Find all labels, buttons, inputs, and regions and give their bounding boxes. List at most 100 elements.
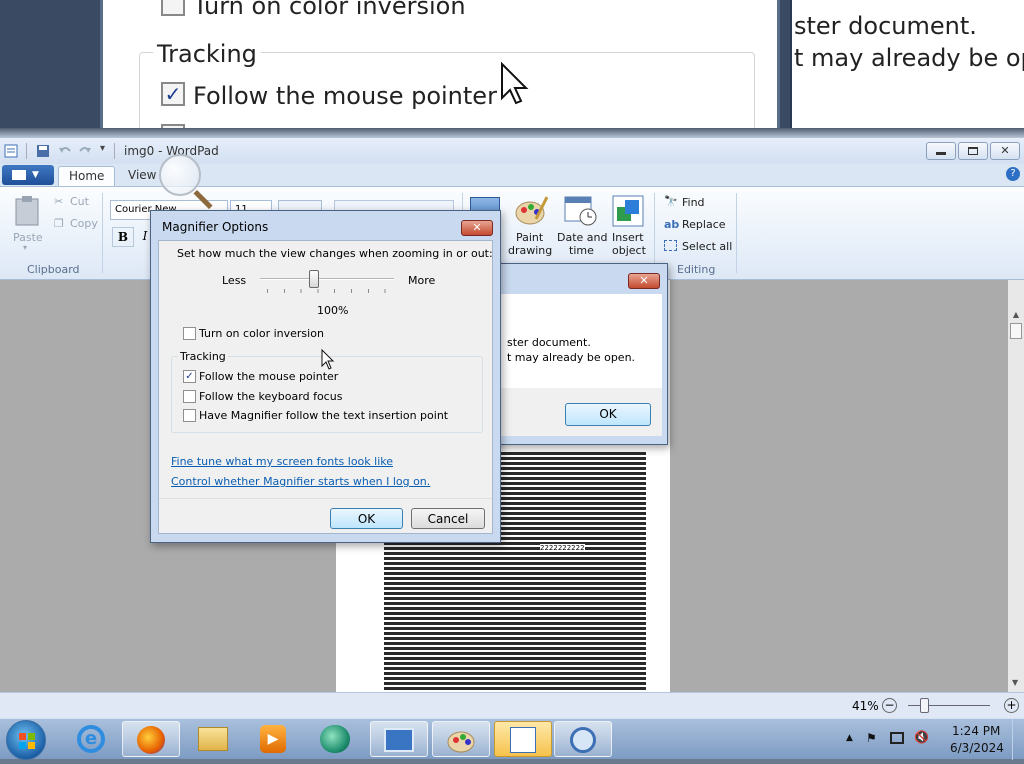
- cut-button[interactable]: Cut: [70, 195, 89, 208]
- dialog-content: Set how much the view changes when zoomi…: [158, 240, 493, 534]
- tab-home[interactable]: Home: [58, 166, 116, 186]
- show-desktop-button[interactable]: [1012, 719, 1024, 760]
- magnifier-lens-view: Turn on color inversion Tracking ✓ Follo…: [0, 0, 1024, 134]
- action-center-flag-icon[interactable]: ⚑: [866, 731, 877, 745]
- follow-mouse-checkbox[interactable]: ✓: [183, 370, 196, 383]
- magnifier-logon-link[interactable]: Control whether Magnifier starts when I …: [171, 475, 430, 488]
- green-app-icon: [320, 725, 350, 753]
- select-all-button[interactable]: Select all: [682, 240, 732, 253]
- copy-icon: ❐: [54, 217, 64, 230]
- zoomed-checkbox-checked: ✓: [161, 82, 185, 106]
- scroll-up-icon[interactable]: ▲: [1008, 310, 1024, 319]
- qat-customize-icon[interactable]: ▾: [100, 143, 105, 154]
- ribbon-separator: [654, 193, 655, 273]
- select-all-icon: [664, 240, 677, 251]
- title-bar: ▾ img0 - WordPad ✕: [0, 138, 1024, 164]
- color-inversion-label[interactable]: Turn on color inversion: [199, 327, 324, 340]
- taskbar-app-green[interactable]: [306, 721, 364, 757]
- follow-text-checkbox[interactable]: [183, 409, 196, 422]
- mouse-pointer-icon: [321, 349, 335, 370]
- lens-border: [0, 128, 1024, 138]
- zoom-prompt: Set how much the view changes when zoomi…: [177, 247, 493, 260]
- insert-object-icon[interactable]: [612, 195, 644, 227]
- vertical-scrollbar[interactable]: ▲ ▼: [1008, 280, 1024, 692]
- taskbar: e ▶ ▲ ⚑ 🔇 1:24 PM 6/3/2024: [0, 718, 1024, 760]
- zoomed-dialog-panel: Turn on color inversion Tracking ✓ Follo…: [100, 0, 780, 134]
- follow-text-label[interactable]: Have Magnifier follow the text insertion…: [199, 409, 448, 422]
- message-line-2: t may already be open.: [507, 351, 636, 364]
- taskbar-media-player[interactable]: ▶: [244, 721, 302, 757]
- taskbar-magnifier[interactable]: [554, 721, 612, 757]
- restore-button[interactable]: [958, 142, 988, 160]
- magnifier-glass-icon: [159, 154, 201, 196]
- clock-date[interactable]: 6/3/2024: [950, 741, 1004, 755]
- qat-divider: [114, 143, 115, 159]
- document-text-marker: 2222222222: [540, 544, 585, 552]
- wordpad-icon: [510, 727, 536, 753]
- slider-less-label: Less: [222, 274, 247, 287]
- zoom-out-icon[interactable]: −: [882, 698, 897, 713]
- zoom-slider-thumb[interactable]: [920, 698, 929, 713]
- scroll-thumb[interactable]: [1010, 323, 1022, 339]
- cut-icon: ✂: [54, 195, 64, 208]
- zoomed-follow-mouse-label: Follow the mouse pointer: [193, 82, 497, 110]
- close-button[interactable]: ✕: [990, 142, 1020, 160]
- taskbar-internet-explorer[interactable]: e: [62, 721, 120, 757]
- start-button[interactable]: [6, 720, 46, 760]
- paint-icon: [447, 731, 475, 753]
- date-time-label-2: time: [569, 244, 594, 257]
- taskbar-paint[interactable]: [432, 721, 490, 757]
- help-icon[interactable]: ?: [1006, 167, 1020, 181]
- tracking-group-label: Tracking: [178, 350, 228, 363]
- network-icon[interactable]: [890, 732, 904, 744]
- find-button[interactable]: Find: [682, 196, 705, 209]
- fine-tune-fonts-link[interactable]: Fine tune what my screen fonts look like: [171, 455, 393, 468]
- message-body: ster document. t may already be open.: [479, 294, 662, 388]
- paint-drawing-icon[interactable]: [514, 195, 548, 227]
- paste-dropdown-icon[interactable]: ▾: [23, 243, 27, 252]
- paint-drawing-label-1: Paint: [516, 231, 544, 244]
- dialog-button-area: OK Cancel: [159, 498, 492, 533]
- zoomed-line-2: t may already be ope: [794, 44, 1024, 72]
- paste-icon[interactable]: [14, 195, 42, 227]
- taskbar-firefox[interactable]: [122, 721, 180, 757]
- clipboard-group-label: Clipboard: [27, 263, 80, 276]
- taskbar-explorer[interactable]: [184, 721, 242, 757]
- zoom-increment-slider-thumb[interactable]: [309, 270, 319, 288]
- firefox-icon: [137, 726, 165, 754]
- taskbar-control-panel[interactable]: [370, 721, 428, 757]
- zoom-in-icon[interactable]: +: [1004, 698, 1019, 713]
- clock-time[interactable]: 1:24 PM: [952, 724, 1000, 738]
- dialog-close-button[interactable]: ✕: [461, 220, 493, 236]
- cancel-button[interactable]: Cancel: [411, 508, 485, 529]
- ribbon-separator: [102, 193, 103, 273]
- follow-keyboard-checkbox[interactable]: [183, 390, 196, 403]
- ok-button[interactable]: OK: [330, 508, 403, 529]
- zoom-percent: 100%: [317, 304, 349, 317]
- zoom-level: 41%: [852, 699, 879, 713]
- date-time-icon[interactable]: [564, 195, 598, 227]
- redo-icon[interactable]: [78, 144, 92, 158]
- color-inversion-checkbox[interactable]: [183, 327, 196, 340]
- zoom-increment-slider-track[interactable]: [260, 278, 394, 280]
- follow-keyboard-label[interactable]: Follow the keyboard focus: [199, 390, 342, 403]
- bold-button[interactable]: B: [112, 227, 134, 247]
- scroll-down-icon[interactable]: ▼: [1012, 678, 1018, 687]
- message-ok-button[interactable]: OK: [565, 403, 651, 426]
- copy-button[interactable]: Copy: [70, 217, 98, 230]
- minimize-button[interactable]: [926, 142, 956, 160]
- replace-button[interactable]: Replace: [682, 218, 726, 231]
- taskbar-wordpad[interactable]: [494, 721, 552, 757]
- app-menu-button[interactable]: ▼: [2, 165, 54, 185]
- volume-muted-icon[interactable]: 🔇: [914, 730, 929, 744]
- show-hidden-icons[interactable]: ▲: [846, 733, 853, 743]
- undo-icon[interactable]: [58, 144, 72, 158]
- save-icon[interactable]: [36, 144, 50, 158]
- follow-mouse-label[interactable]: Follow the mouse pointer: [199, 370, 338, 383]
- zoomed-message-panel: ster document. t may already be ope: [790, 0, 1024, 134]
- message-close-button[interactable]: ✕: [628, 273, 660, 289]
- paste-button[interactable]: Paste: [13, 231, 43, 244]
- folder-icon: [198, 727, 228, 751]
- zoomed-mouse-pointer-icon: [501, 62, 529, 105]
- slider-more-label: More: [408, 274, 436, 287]
